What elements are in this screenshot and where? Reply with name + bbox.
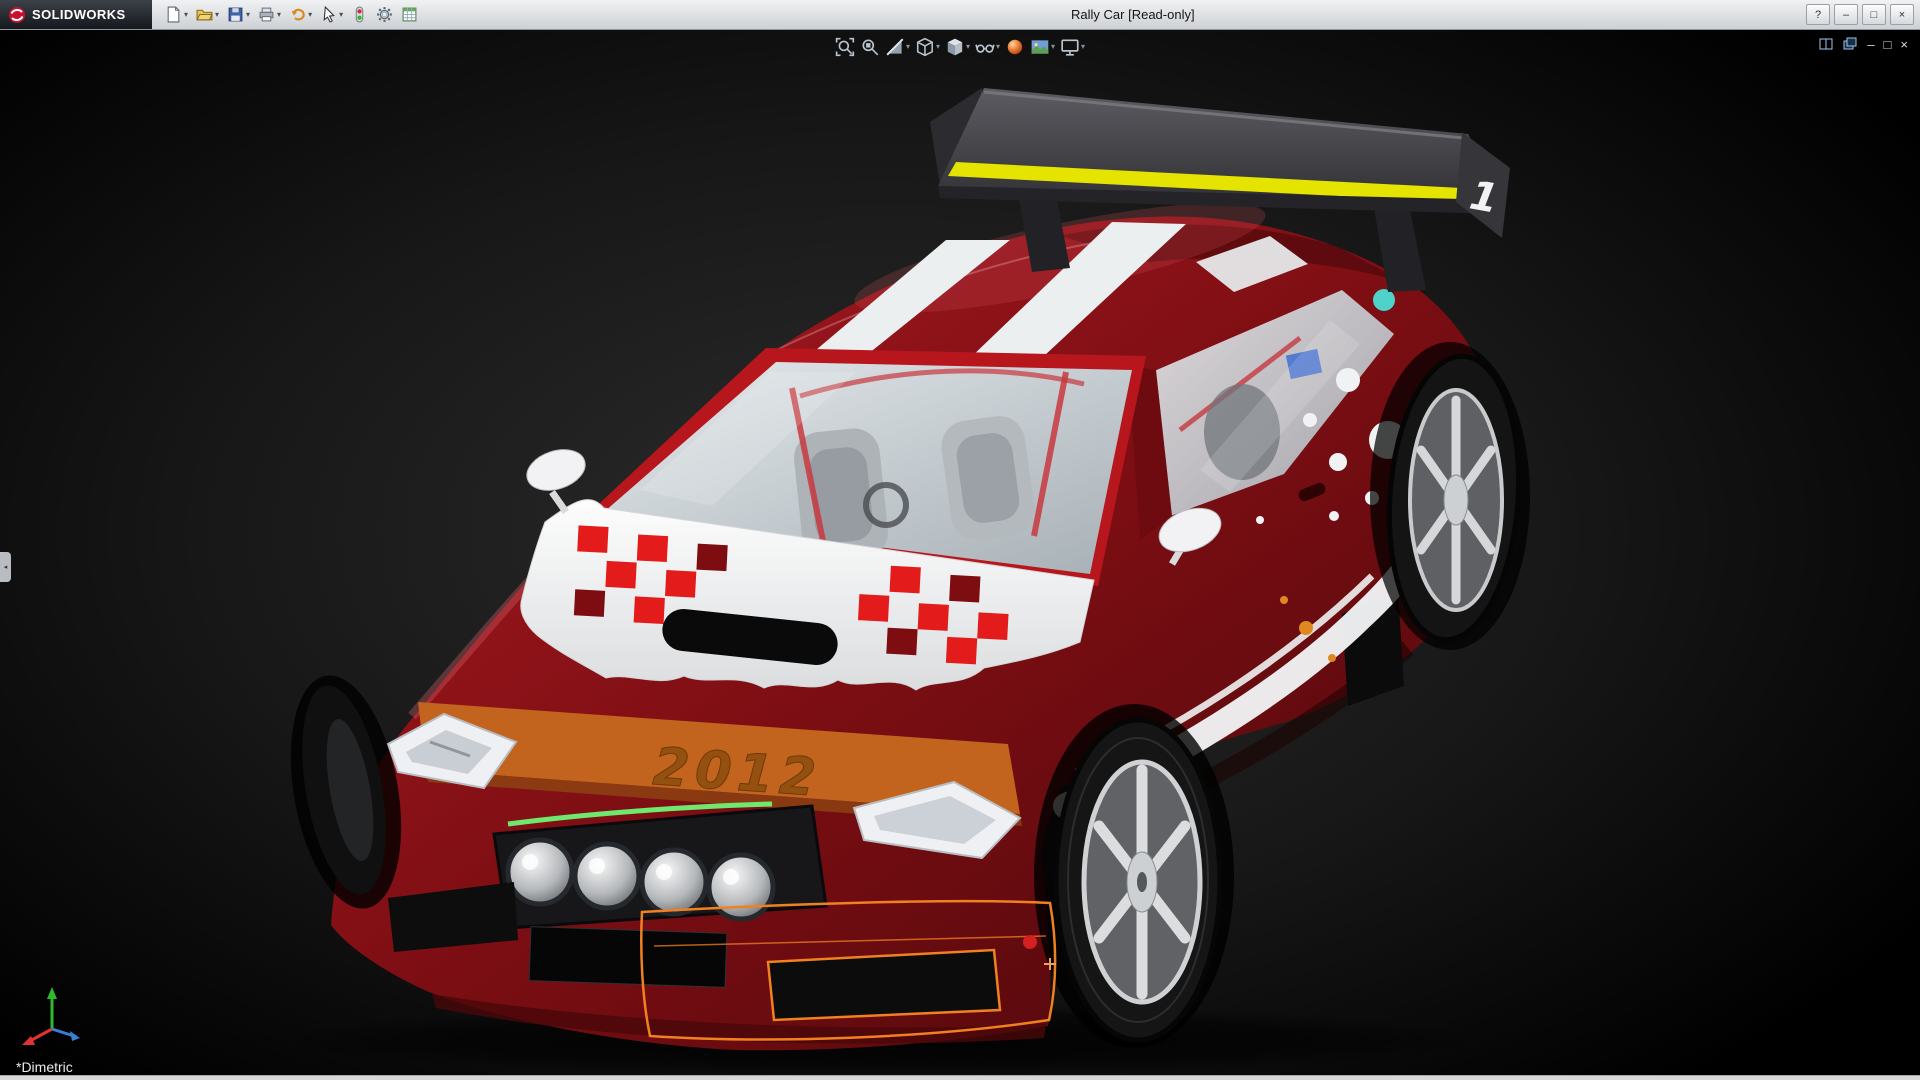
zoom-to-fit-button[interactable] xyxy=(834,35,856,59)
window-controls: ? – □ × xyxy=(1806,4,1914,25)
open-button[interactable]: ▾ xyxy=(193,2,222,28)
open-folder-icon xyxy=(196,6,213,23)
dropdown-caret-icon: ▾ xyxy=(906,43,910,51)
zoom-to-fit-icon xyxy=(835,37,855,57)
view-orientation-button[interactable]: ▾ xyxy=(914,35,941,59)
rear-right-wheel[interactable] xyxy=(1370,342,1530,650)
dropdown-caret-icon: ▾ xyxy=(996,43,1000,51)
dropdown-caret-icon: ▾ xyxy=(184,11,188,19)
minimize-doc-button[interactable]: – xyxy=(1867,38,1874,51)
restore-doc-icon: □ xyxy=(1884,37,1892,52)
new-window-icon xyxy=(1843,37,1858,52)
design-table-icon xyxy=(401,6,418,23)
apply-scene-button[interactable]: ▾ xyxy=(1029,35,1056,59)
rebuild-traffic-light-icon xyxy=(351,6,368,23)
restore-doc-button[interactable]: □ xyxy=(1884,38,1892,51)
center-mesh-selected xyxy=(768,950,1000,1020)
minimize-button[interactable]: – xyxy=(1834,4,1858,25)
view-orientation-label: *Dimetric xyxy=(16,1059,73,1075)
view-settings-icon xyxy=(1060,37,1080,57)
window-title: Rally Car [Read-only] xyxy=(1071,7,1195,22)
close-button[interactable]: × xyxy=(1890,4,1914,25)
print-button[interactable]: ▾ xyxy=(255,2,284,28)
split-view-icon xyxy=(1819,37,1834,52)
close-icon: × xyxy=(1899,9,1905,21)
titlebar: SOLIDWORKS ▾ ▾ ▾ xyxy=(0,0,1920,30)
save-button[interactable]: ▾ xyxy=(224,2,253,28)
front-right-wheel[interactable] xyxy=(1034,704,1234,1048)
rebuild-button[interactable] xyxy=(348,2,371,28)
save-floppy-icon xyxy=(227,6,244,23)
design-table-button[interactable] xyxy=(398,2,421,28)
dropdown-caret-icon: ▾ xyxy=(246,11,250,19)
options-gear-icon xyxy=(376,6,393,23)
orientation-triad xyxy=(18,983,92,1049)
undo-button[interactable]: ▾ xyxy=(286,2,315,28)
view-orientation-icon xyxy=(915,37,935,57)
display-style-icon xyxy=(945,37,965,57)
license-plate xyxy=(529,927,727,988)
select-cursor-icon xyxy=(320,6,337,23)
select-button[interactable]: ▾ xyxy=(317,2,346,28)
display-style-button[interactable]: ▾ xyxy=(944,35,971,59)
zoom-to-area-button[interactable] xyxy=(859,35,881,59)
new-window-button[interactable] xyxy=(1843,37,1858,52)
dropdown-caret-icon: ▾ xyxy=(308,11,312,19)
standard-toolbar: ▾ ▾ ▾ ▾ xyxy=(162,2,421,28)
minimize-doc-icon: – xyxy=(1867,37,1874,52)
collapse-arrow-icon: ◂ xyxy=(4,563,8,571)
dropdown-caret-icon: ▾ xyxy=(966,43,970,51)
dropdown-caret-icon: ▾ xyxy=(936,43,940,51)
options-button[interactable] xyxy=(373,2,396,28)
close-doc-button[interactable]: × xyxy=(1900,38,1908,51)
new-document-icon xyxy=(165,6,182,23)
split-view-button[interactable] xyxy=(1819,37,1834,52)
feature-pane-collapse-tab[interactable]: ◂ xyxy=(0,552,11,582)
scene-svg: 2012 xyxy=(0,30,1920,1075)
edit-appearance-icon xyxy=(1005,37,1025,57)
hide-show-items-icon xyxy=(975,37,995,57)
dropdown-caret-icon: ▾ xyxy=(339,11,343,19)
solidworks-logo-icon xyxy=(8,6,26,24)
dropdown-caret-icon: ▾ xyxy=(1051,43,1055,51)
help-button[interactable]: ? xyxy=(1806,4,1830,25)
solidworks-logo: SOLIDWORKS xyxy=(0,0,152,29)
hide-show-items-button[interactable]: ▾ xyxy=(974,35,1001,59)
graphics-area[interactable]: 2012 xyxy=(0,30,1920,1075)
dropdown-caret-icon: ▾ xyxy=(215,11,219,19)
help-icon: ? xyxy=(1815,9,1821,21)
view-settings-button[interactable]: ▾ xyxy=(1059,35,1086,59)
section-view-icon xyxy=(885,37,905,57)
document-window-controls: – □ × xyxy=(1819,37,1908,52)
dropdown-caret-icon: ▾ xyxy=(1081,43,1085,51)
close-doc-icon: × xyxy=(1900,37,1908,52)
restore-icon: □ xyxy=(1871,9,1878,21)
window-bottom-edge xyxy=(0,1075,1920,1080)
apply-scene-icon xyxy=(1030,37,1050,57)
heads-up-view-toolbar: ▾ ▾ ▾ xyxy=(834,35,1086,59)
section-view-button[interactable]: ▾ xyxy=(884,35,911,59)
restore-button[interactable]: □ xyxy=(1862,4,1886,25)
hood-year-text: 2012 xyxy=(651,737,824,809)
brand-text: SOLIDWORKS xyxy=(32,7,126,22)
minimize-icon: – xyxy=(1843,9,1849,21)
undo-arrow-icon xyxy=(289,6,306,23)
car-model[interactable]: 2012 xyxy=(274,88,1530,1050)
new-document-button[interactable]: ▾ xyxy=(162,2,191,28)
fog-light xyxy=(1023,935,1037,949)
dropdown-caret-icon: ▾ xyxy=(277,11,281,19)
print-icon xyxy=(258,6,275,23)
edit-appearance-button[interactable] xyxy=(1004,35,1026,59)
zoom-to-area-icon xyxy=(860,37,880,57)
